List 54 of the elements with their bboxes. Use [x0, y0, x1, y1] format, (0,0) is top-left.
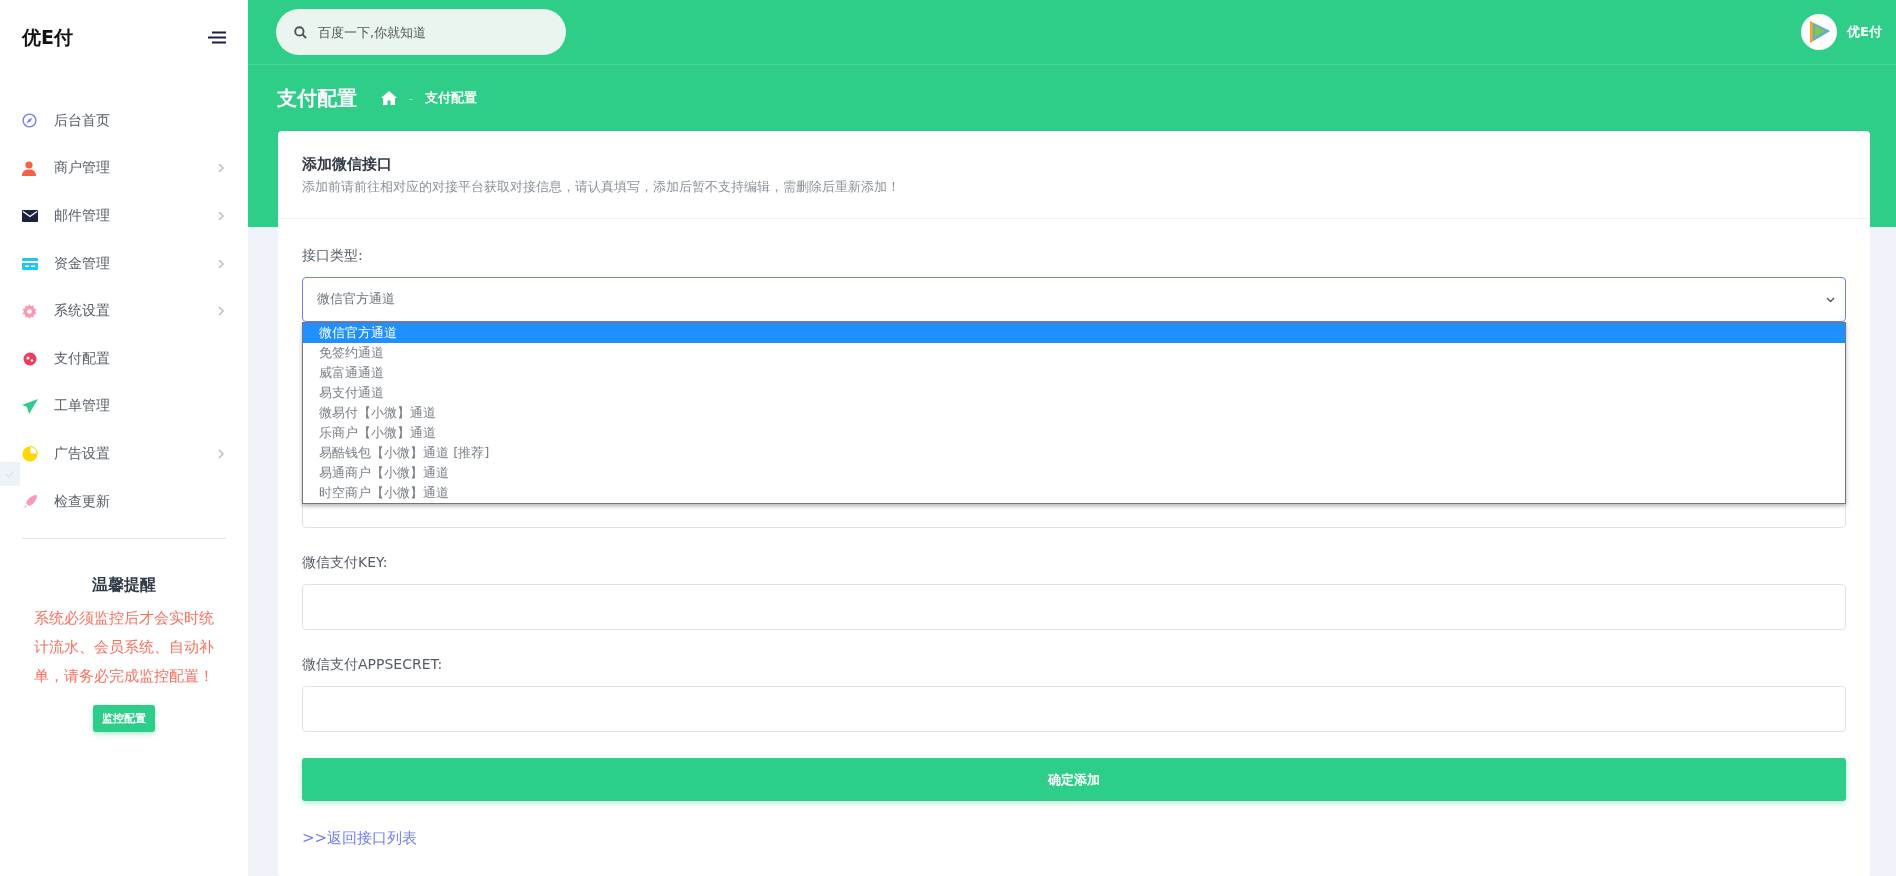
sidebar-item[interactable]: 系统设置 — [0, 287, 248, 335]
home-icon[interactable] — [381, 91, 397, 106]
search-icon — [294, 26, 307, 40]
dropdown-option[interactable]: 微信官方通道 — [303, 323, 1845, 343]
user-icon — [22, 160, 36, 176]
dropdown-option[interactable]: 易酷钱包【小微】通道 [推荐] — [303, 443, 1845, 463]
back-link[interactable]: >>返回接口列表 — [302, 829, 1846, 848]
sidebar-item[interactable]: 广告设置 — [0, 430, 248, 478]
mail-icon — [22, 210, 38, 222]
sidebar-item[interactable]: 后台首页 — [0, 97, 248, 145]
card-title: 添加微信接口 — [302, 155, 393, 174]
dropdown-option[interactable]: 乐商户【小微】通道 — [303, 423, 1845, 443]
side-tab[interactable] — [0, 462, 20, 486]
card-subtitle: 添加前请前往相对应的对接平台获取对接信息，请认真填写，添加后暂不支持编辑，需删除后重新添加！ — [302, 178, 901, 196]
chevron-right-icon — [218, 306, 224, 317]
sidebar-item[interactable]: 商户管理 — [0, 144, 248, 193]
pie-chart-icon — [22, 445, 38, 462]
dropdown-option[interactable]: 免签约通道 — [303, 343, 1845, 363]
sidebar-item[interactable]: 支付配置 — [0, 334, 248, 383]
notice-title: 温馨提醒 — [91, 575, 157, 597]
input-field[interactable] — [302, 686, 1846, 732]
type-select[interactable]: 微信官方通道 — [302, 277, 1846, 322]
dropdown-option[interactable]: 易通商户【小微】通道 — [303, 463, 1845, 483]
search-field[interactable]: 百度一下,你就知道 — [276, 9, 566, 56]
input-field[interactable] — [302, 584, 1846, 630]
compass-icon — [22, 113, 37, 129]
chevron-right-icon — [218, 163, 224, 174]
rocket-icon — [22, 493, 38, 510]
sidebar-item[interactable]: 邮件管理 — [0, 192, 248, 240]
chevron-right-icon — [218, 258, 224, 269]
sidebar-item[interactable]: 工单管理 — [0, 382, 248, 431]
breadcrumb-separator: - — [409, 91, 413, 105]
planet-icon — [22, 350, 38, 367]
avatar-icon[interactable] — [1801, 14, 1838, 51]
field-label: 微信支付APPSECRET: — [302, 656, 444, 674]
dropdown-option[interactable]: 微易付【小微】通道 — [303, 403, 1845, 423]
card-icon — [22, 257, 38, 270]
dropdown-option[interactable]: 易支付通道 — [303, 383, 1845, 403]
send-icon — [22, 398, 38, 414]
breadcrumb-item: 支付配置 — [425, 89, 477, 107]
chevron-right-icon — [218, 211, 224, 221]
page-title: 支付配置 — [277, 84, 357, 112]
dropdown-option[interactable]: 威富通通道 — [303, 363, 1845, 383]
notice-text: 系统必须监控后才会实时统计流水、会员系统、自动补单，请务必完成监控配置！ — [33, 609, 215, 687]
sidebar-item[interactable]: 检查更新 — [0, 477, 248, 526]
settings-icon — [22, 303, 37, 319]
dropdown-option[interactable]: 时空商户【小微】通道 — [303, 483, 1845, 503]
menu-icon[interactable] — [208, 31, 226, 44]
logo-text: 优E付 — [22, 24, 73, 50]
sidebar-item[interactable]: 资金管理 — [0, 239, 248, 288]
caret-icon — [1826, 296, 1835, 303]
chevron-right-icon — [218, 448, 224, 459]
field-label: 接口类型: — [302, 247, 364, 265]
field-label: 微信支付KEY: — [302, 554, 389, 572]
